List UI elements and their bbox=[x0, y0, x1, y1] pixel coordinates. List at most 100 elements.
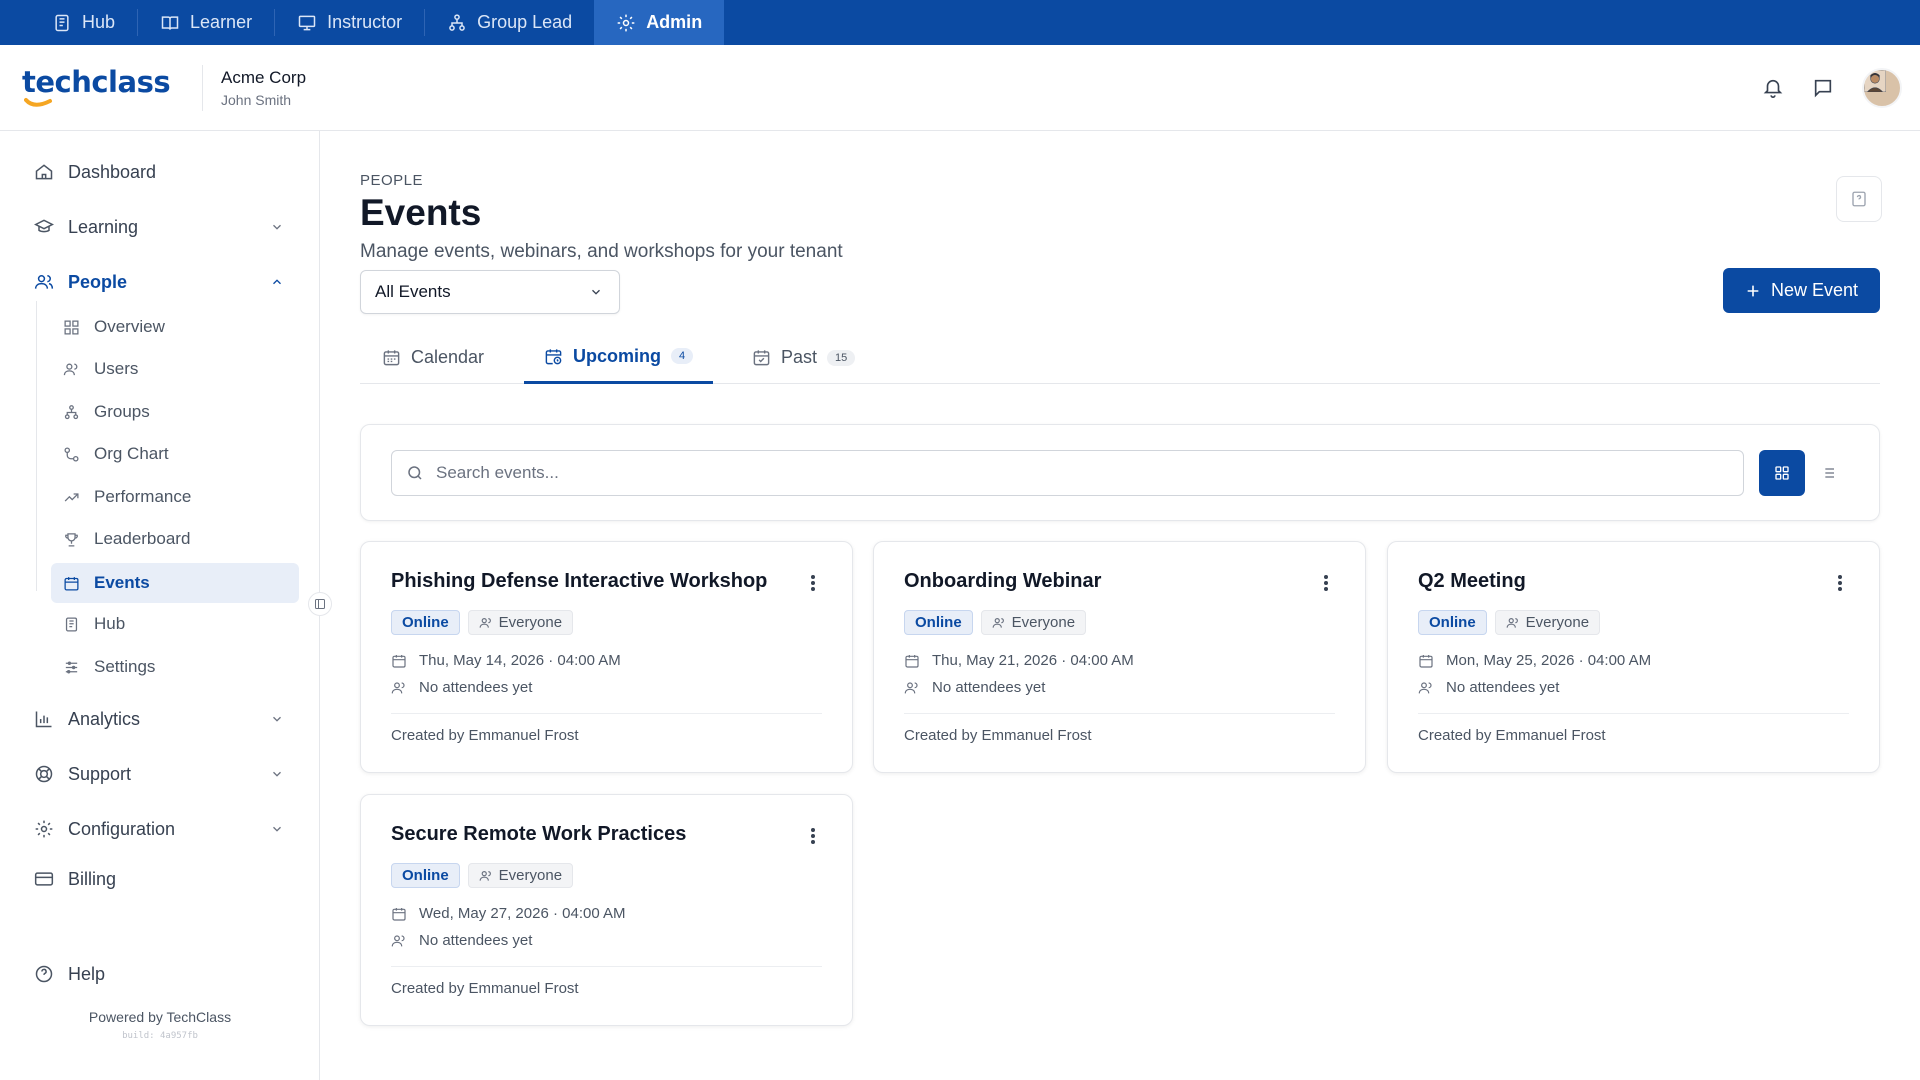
mode-badge: Online bbox=[1418, 610, 1487, 635]
sidebar-collapse-button[interactable] bbox=[308, 592, 332, 616]
sliders-icon bbox=[65, 661, 78, 673]
users-icon bbox=[34, 275, 54, 289]
user-name: John Smith bbox=[221, 91, 292, 108]
sidebar-item-billing[interactable]: Billing bbox=[34, 859, 284, 899]
chat-icon[interactable] bbox=[1812, 77, 1834, 99]
event-datetime: Wed, May 27, 2026 · 04:00 AM bbox=[391, 905, 626, 922]
list-view-button[interactable] bbox=[1805, 450, 1851, 496]
trophy-icon bbox=[65, 532, 78, 547]
techclass-logo[interactable]: techclass bbox=[22, 63, 171, 113]
gear-icon bbox=[617, 14, 635, 31]
sidebar-item-settings[interactable]: Settings bbox=[51, 647, 299, 687]
event-title: Phishing Defense Interactive Workshop bbox=[391, 570, 768, 592]
event-attendees: No attendees yet bbox=[391, 932, 532, 949]
sidebar-item-events[interactable]: Events bbox=[51, 563, 299, 603]
search-input[interactable] bbox=[436, 463, 1686, 483]
divider bbox=[202, 64, 203, 111]
role-tab-admin[interactable]: Admin bbox=[594, 0, 725, 45]
calendar-clock-icon bbox=[545, 348, 562, 364]
event-card[interactable]: Secure Remote Work Practices Online Ever… bbox=[360, 794, 853, 1026]
sidebar-item-performance[interactable]: Performance bbox=[51, 477, 299, 517]
sidebar-item-support[interactable]: Support bbox=[34, 754, 284, 794]
sidebar-item-overview[interactable]: Overview bbox=[51, 307, 299, 347]
more-vertical-icon[interactable] bbox=[1323, 574, 1329, 592]
grid-icon bbox=[1775, 466, 1789, 480]
tab-calendar[interactable]: Calendar bbox=[382, 331, 484, 384]
grid-view-button[interactable] bbox=[1759, 450, 1805, 496]
divider bbox=[391, 713, 822, 714]
header-actions bbox=[1762, 45, 1902, 131]
role-tab-instructor[interactable]: Instructor bbox=[275, 0, 424, 45]
plus-icon bbox=[1747, 285, 1759, 296]
users-icon bbox=[63, 363, 78, 375]
sidebar-item-help[interactable]: Help bbox=[34, 954, 284, 994]
event-attendees: No attendees yet bbox=[391, 679, 532, 696]
new-event-button[interactable]: New Event bbox=[1723, 268, 1880, 313]
chevron-down-icon bbox=[273, 826, 281, 832]
tab-upcoming[interactable]: Upcoming 4 bbox=[524, 331, 714, 384]
sidebar-item-learning[interactable]: Learning bbox=[34, 207, 284, 247]
users-icon bbox=[391, 681, 405, 693]
credit-card-icon bbox=[34, 872, 54, 886]
calendar-check-icon bbox=[753, 350, 770, 366]
help-doc-icon bbox=[1852, 191, 1866, 207]
chevron-down-icon bbox=[273, 771, 281, 777]
hub-icon bbox=[55, 14, 69, 31]
event-creator: Created by Emmanuel Frost bbox=[391, 980, 579, 997]
sidebar-item-org-chart[interactable]: Org Chart bbox=[51, 434, 299, 474]
event-card[interactable]: Q2 Meeting Online Everyone Mon, May 25, … bbox=[1387, 541, 1880, 773]
user-avatar-icon bbox=[1864, 70, 1886, 92]
app-header: techclass Acme Corp John Smith bbox=[0, 45, 1920, 131]
event-filter-select[interactable]: All Events bbox=[360, 270, 620, 314]
sidebar-item-users[interactable]: Users bbox=[51, 349, 299, 389]
page-help-button[interactable] bbox=[1836, 176, 1882, 222]
event-title: Q2 Meeting bbox=[1418, 570, 1526, 592]
powered-by: Powered by TechClass bbox=[88, 1009, 232, 1025]
event-card[interactable]: Onboarding Webinar Online Everyone Thu, … bbox=[873, 541, 1366, 773]
search-box[interactable] bbox=[391, 450, 1744, 496]
role-tab-group-lead[interactable]: Group Lead bbox=[425, 0, 594, 45]
audience-badge: Everyone bbox=[467, 610, 574, 635]
event-badges: Online Everyone bbox=[1418, 610, 1601, 635]
sidebar-item-leaderboard[interactable]: Leaderboard bbox=[51, 519, 299, 559]
chevron-down-icon bbox=[592, 289, 600, 295]
sidebar-item-configuration[interactable]: Configuration bbox=[34, 809, 284, 849]
more-vertical-icon[interactable] bbox=[810, 827, 816, 845]
event-badges: Online Everyone bbox=[391, 610, 574, 635]
sidebar-item-groups[interactable]: Groups bbox=[51, 392, 299, 432]
users-icon bbox=[904, 681, 918, 693]
calendar-icon bbox=[1419, 654, 1433, 668]
sidebar-item-analytics[interactable]: Analytics bbox=[34, 699, 284, 739]
hierarchy-icon bbox=[64, 404, 79, 419]
org-chart-icon bbox=[64, 446, 79, 462]
users-icon bbox=[1418, 681, 1432, 693]
sidebar-item-dashboard[interactable]: Dashboard bbox=[34, 152, 284, 192]
more-vertical-icon[interactable] bbox=[810, 574, 816, 592]
more-vertical-icon[interactable] bbox=[1837, 574, 1843, 592]
past-count-badge: 15 bbox=[827, 349, 856, 366]
help-circle-icon bbox=[35, 965, 53, 983]
event-card[interactable]: Phishing Defense Interactive Workshop On… bbox=[360, 541, 853, 773]
role-tab-learner[interactable]: Learner bbox=[138, 0, 274, 45]
bell-icon[interactable] bbox=[1762, 77, 1784, 99]
users-icon bbox=[391, 934, 405, 946]
tenant-info[interactable]: Acme Corp John Smith bbox=[221, 68, 306, 108]
page-subtitle: Manage events, webinars, and workshops f… bbox=[360, 241, 843, 262]
users-icon bbox=[992, 617, 1004, 628]
home-icon bbox=[35, 164, 53, 180]
event-badges: Online Everyone bbox=[904, 610, 1087, 635]
users-icon bbox=[479, 870, 491, 881]
calendar-icon bbox=[905, 654, 919, 668]
upcoming-count-badge: 4 bbox=[671, 348, 694, 364]
audience-badge: Everyone bbox=[980, 610, 1087, 635]
search-panel bbox=[360, 424, 1880, 521]
gear-icon bbox=[35, 820, 53, 838]
sidebar-item-people[interactable]: People bbox=[34, 262, 284, 302]
avatar[interactable] bbox=[1862, 68, 1902, 108]
tab-past[interactable]: Past 15 bbox=[752, 331, 856, 384]
role-tab-hub[interactable]: Hub bbox=[30, 0, 137, 45]
event-datetime: Thu, May 21, 2026 · 04:00 AM bbox=[904, 652, 1134, 669]
view-toggle bbox=[1759, 450, 1851, 496]
chevron-down-icon bbox=[273, 716, 281, 722]
sidebar-item-hub[interactable]: Hub bbox=[51, 604, 299, 644]
